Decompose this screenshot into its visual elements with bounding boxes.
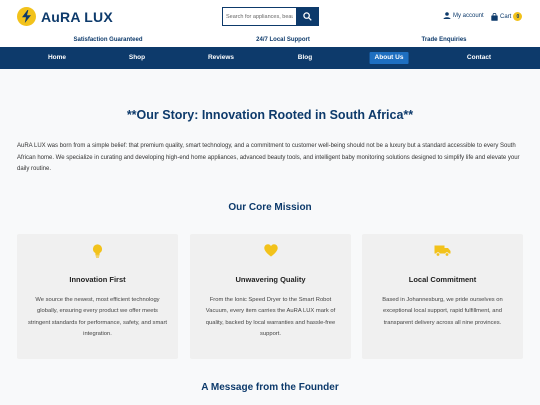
- trust-item-support: 24/7 Local Support: [256, 37, 310, 43]
- brand-logo[interactable]: AuRA LUX: [17, 7, 113, 26]
- founder-title: A Message from the Founder: [201, 382, 339, 393]
- mission-card-title: Innovation First: [69, 275, 126, 284]
- trust-bar: Satisfaction Guaranteed 24/7 Local Suppo…: [0, 33, 540, 47]
- nav-reviews[interactable]: Reviews: [208, 47, 234, 69]
- search-icon: [303, 12, 312, 21]
- mission-card-text: From the Ionic Speed Dryer to the Smart …: [205, 297, 336, 337]
- story-title: **Our Story: Innovation Rooted in South …: [126, 108, 414, 122]
- nav-about-us[interactable]: About Us: [369, 52, 409, 64]
- account-link[interactable]: My account: [443, 12, 484, 19]
- brand-name: AuRA LUX: [41, 8, 113, 25]
- search-button[interactable]: [296, 7, 319, 26]
- shopping-bag-icon: [491, 12, 498, 21]
- mission-card-title: Local Commitment: [408, 275, 477, 284]
- mission-card-text: We source the newest, most efficient tec…: [27, 297, 168, 337]
- story-paragraph: AuRA LUX was born from a simple belief: …: [17, 143, 520, 172]
- trust-item-trade[interactable]: Trade Enquiries: [421, 37, 466, 43]
- heart-icon: [263, 244, 278, 257]
- mission-card-local: Local Commitment Based in Johannesburg, …: [362, 234, 523, 359]
- user-icon: [443, 12, 451, 19]
- nav-blog[interactable]: Blog: [298, 47, 312, 69]
- main-content: **Our Story: Innovation Rooted in South …: [0, 69, 540, 405]
- mission-card-text: Based in Johannesburg, we pride ourselve…: [382, 297, 503, 326]
- nav-shop[interactable]: Shop: [129, 47, 145, 69]
- account-label: My account: [453, 12, 484, 19]
- cart-count-badge: 0: [513, 12, 523, 21]
- truck-icon: [434, 245, 451, 257]
- lightbulb-icon: [92, 244, 103, 258]
- nav-home[interactable]: Home: [48, 47, 66, 69]
- lightning-bolt-icon: [17, 7, 36, 26]
- mission-card-innovation: Innovation First We source the newest, m…: [17, 234, 178, 359]
- search-bar: [222, 7, 319, 26]
- main-nav: Home Shop Reviews Blog About Us Contact: [0, 47, 540, 69]
- cart-label: Cart: [500, 13, 512, 20]
- trust-item-satisfaction: Satisfaction Guaranteed: [73, 37, 143, 43]
- search-input[interactable]: [222, 7, 296, 26]
- cart-link[interactable]: Cart 0: [491, 12, 523, 21]
- site-header: AuRA LUX My account Cart 0: [0, 0, 540, 33]
- nav-contact[interactable]: Contact: [467, 47, 491, 69]
- mission-card-quality: Unwavering Quality From the Ionic Speed …: [190, 234, 351, 359]
- mission-card-title: Unwavering Quality: [235, 275, 306, 284]
- mission-title: Our Core Mission: [228, 202, 312, 213]
